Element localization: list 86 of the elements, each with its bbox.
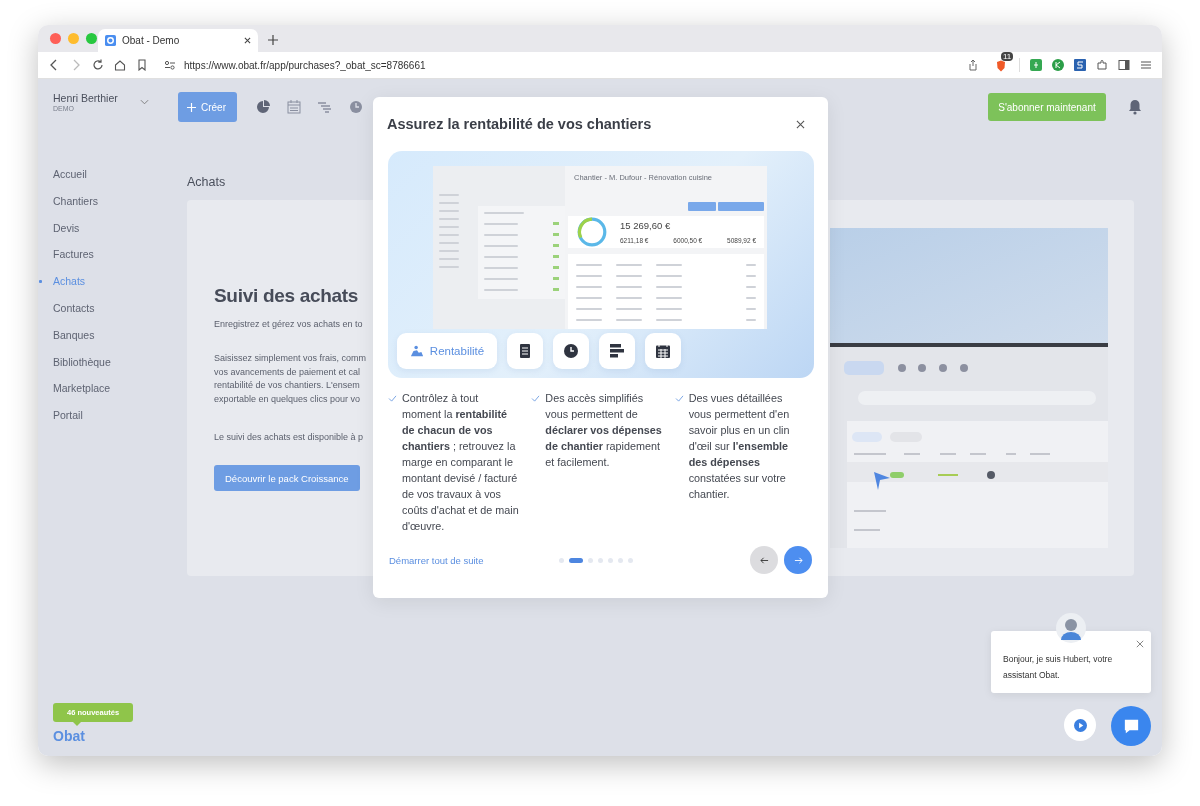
sidebar-item[interactable]: Bibliothèque <box>39 348 111 376</box>
document-icon <box>518 344 532 358</box>
play-icon <box>1073 718 1087 732</box>
gantt-icon[interactable] <box>318 100 332 114</box>
check-icon <box>531 395 541 402</box>
sidebar-item[interactable]: Banques <box>39 321 95 349</box>
reload-icon[interactable] <box>92 59 104 71</box>
chevron-down-icon[interactable] <box>140 99 149 105</box>
feature-description: Contrôlez à tout moment la rentabilité de chacun de vos chantiers ; retrouvez la marge en comparant le montant devisé / facturé de vos travaux à vos coûts d'achat et de main d'œuvre. <box>402 391 520 534</box>
right-arrow-icon <box>793 555 803 565</box>
shield-icon[interactable] <box>995 60 1007 72</box>
home-icon[interactable] <box>114 59 126 71</box>
plus-icon <box>187 102 196 112</box>
description-line: Saisissez simplement vos frais, comm <box>214 352 367 365</box>
dialog-title: Assurez la rentabilité de vos chantiers <box>387 116 652 132</box>
donut-ring-drawing <box>576 216 608 248</box>
sidebar-item[interactable]: Marketplace <box>39 375 111 403</box>
left-arrow-icon <box>759 555 769 565</box>
worker-icon <box>409 344 424 358</box>
sidebar-icon[interactable] <box>1118 59 1130 71</box>
feature-tab[interactable] <box>645 333 681 369</box>
calendar-icon[interactable] <box>287 100 301 114</box>
close-tab-icon[interactable] <box>244 37 251 44</box>
feature-tab[interactable] <box>553 333 589 369</box>
check-icon <box>674 395 684 402</box>
availability-text: Le suivi des achats est disponible à p <box>214 432 364 442</box>
notification-badge: 11 <box>1001 52 1014 61</box>
section-subtitle: Enregistrez et gérez vos achats en to <box>214 319 363 329</box>
sidebar-item[interactable]: Contacts <box>39 295 95 322</box>
pie-chart-icon[interactable] <box>256 100 270 114</box>
page-title: Achats <box>187 175 226 189</box>
sidebar-item[interactable]: Portail <box>39 402 83 429</box>
feature-tab[interactable] <box>507 333 543 369</box>
extension-icon[interactable] <box>1030 59 1042 71</box>
page-indicator-dot[interactable] <box>588 557 593 563</box>
feature-description: Des vues détaillées vous permettent d'en savoir plus en un clin d'œil sur l'ensemble des dépenses constatées sur votre chantier. <box>688 391 791 502</box>
sidebar-item[interactable]: Chantiers <box>39 187 98 215</box>
avatar-icon <box>1056 613 1086 643</box>
close-icon[interactable] <box>1136 640 1144 648</box>
sidebar-item[interactable]: Devis <box>39 214 80 242</box>
user-name: Henri Berthier <box>53 92 118 104</box>
discover-pack-button[interactable]: Découvrir le pack Croissance <box>214 465 360 491</box>
feature-tab[interactable] <box>599 333 635 369</box>
close-window-button[interactable] <box>50 33 61 44</box>
description-line: rentabilité de vos chantiers. L'ensem <box>214 379 361 392</box>
sidebar-item[interactable]: Achats <box>39 268 86 295</box>
feature-description: Des accès simplifiés vous permettent de déclarer vos dépenses de chantier rapidement et facilement. <box>545 391 663 470</box>
page-indicator-dot[interactable] <box>628 557 633 563</box>
description-line: exportable en quelques clics pour vo <box>214 392 362 406</box>
site-settings-icon[interactable] <box>164 59 176 71</box>
puzzle-icon[interactable] <box>1096 59 1108 71</box>
page-indicator-dot[interactable] <box>608 557 613 563</box>
next-button[interactable] <box>784 546 812 574</box>
previous-button[interactable] <box>750 546 778 574</box>
clock-icon <box>564 344 578 358</box>
site-icon <box>105 35 116 46</box>
sidebar-item[interactable]: Factures <box>39 241 94 269</box>
chat-button[interactable] <box>1111 706 1151 746</box>
page-indicator-dot[interactable] <box>559 557 564 563</box>
feature-tab[interactable]: Rentabilité <box>397 333 497 369</box>
description-line: vos avancements de paiement et cal <box>214 365 362 379</box>
share-icon[interactable] <box>967 59 979 71</box>
page-indicator-dot[interactable] <box>618 557 623 563</box>
close-icon[interactable] <box>796 119 805 129</box>
tab-title: Obat - Demo <box>122 35 181 46</box>
total-amount: 15 269,60 € <box>620 220 672 231</box>
page-indicator-dot[interactable] <box>598 557 603 563</box>
create-button[interactable]: Créer <box>178 92 237 122</box>
bookmark-icon[interactable] <box>136 59 148 71</box>
extension-icon[interactable] <box>1074 59 1086 71</box>
browser-tab[interactable]: Obat - Demo <box>98 29 258 52</box>
extension-icon[interactable] <box>1052 59 1064 71</box>
logo: Obat <box>53 728 85 744</box>
chat-message: Bonjour, je suis Hubert, votre assistant Obat. <box>1003 653 1114 682</box>
play-button[interactable] <box>1064 709 1096 741</box>
menu-icon[interactable] <box>1140 59 1152 71</box>
start-now-link[interactable]: Démarrer tout de suite <box>389 554 559 566</box>
new-tab-icon[interactable] <box>268 35 278 45</box>
check-icon <box>388 395 397 402</box>
sidebar-item[interactable]: Accueil <box>39 161 87 188</box>
calendar-icon <box>656 344 670 358</box>
clock-icon[interactable] <box>349 100 363 114</box>
bar-list-icon <box>610 344 624 358</box>
notification-bell-icon[interactable] <box>1128 99 1142 115</box>
section-heading: Suivi des achats <box>214 285 359 307</box>
address-bar[interactable]: https://www.obat.fr/app/purchases?_obat_sc=8786661 <box>158 55 985 75</box>
